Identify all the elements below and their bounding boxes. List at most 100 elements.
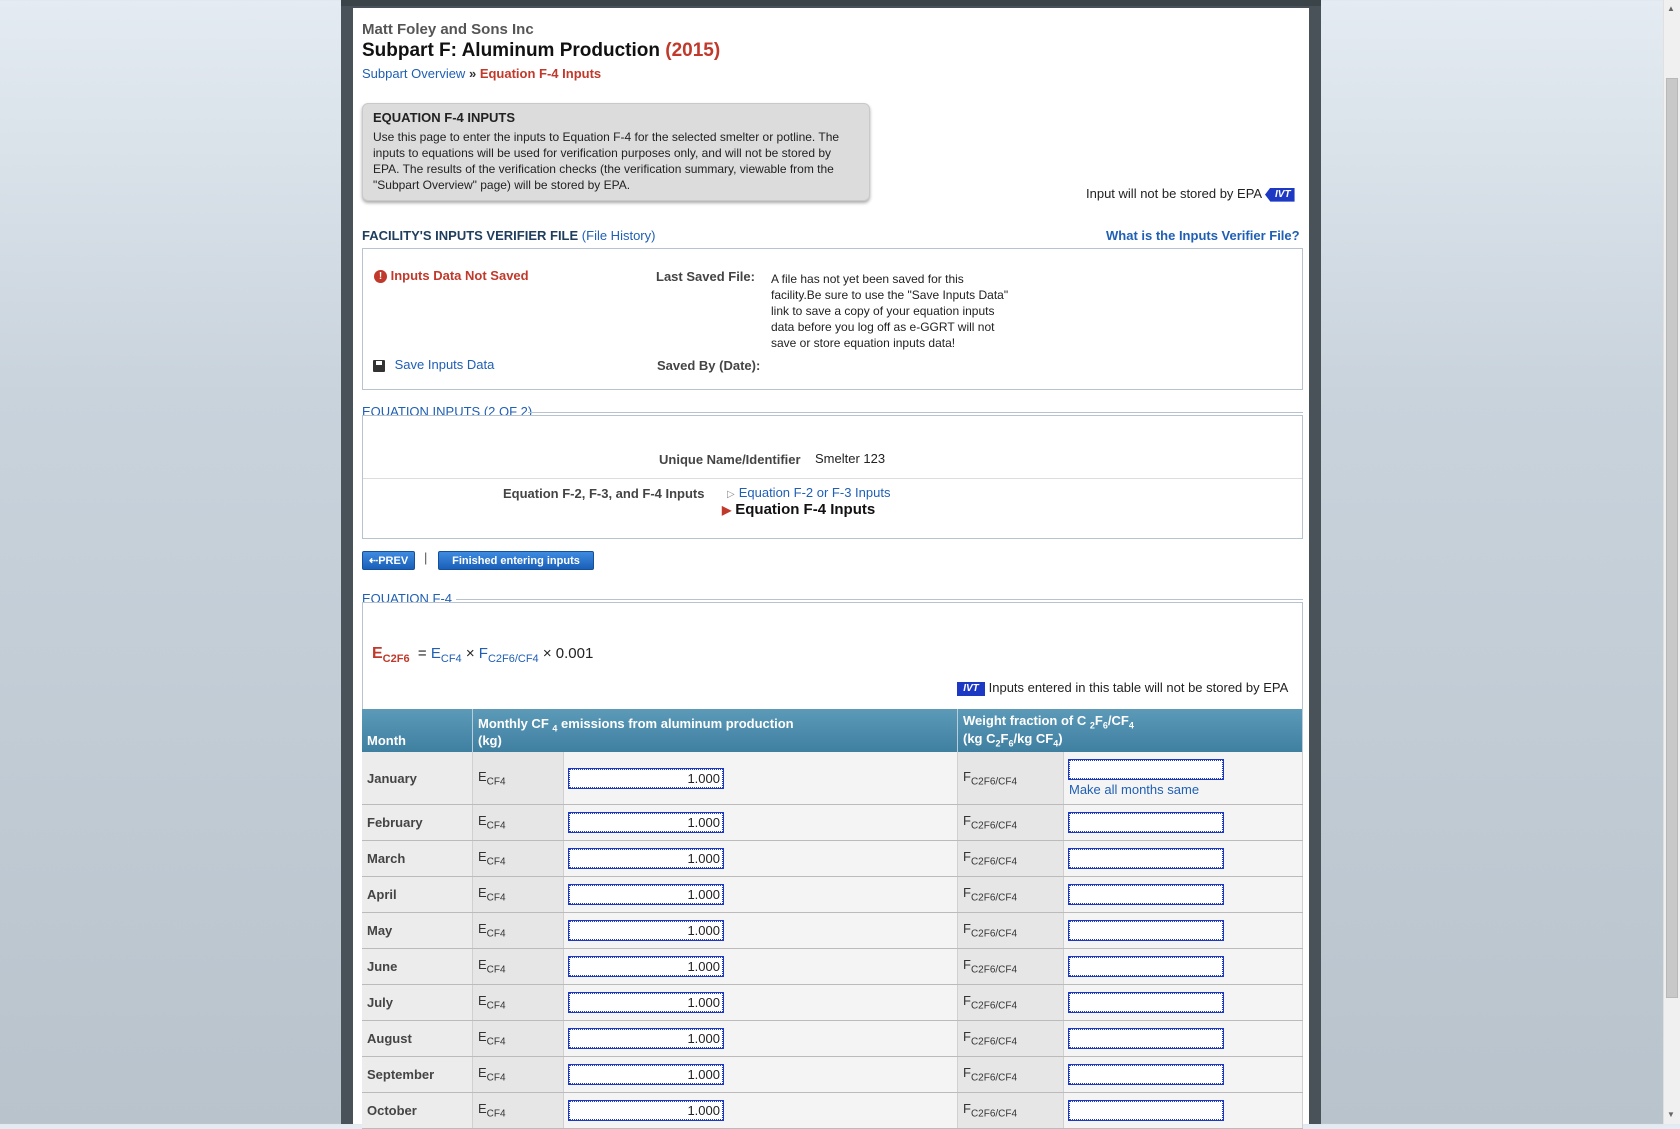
weight-fraction-input[interactable]	[1068, 884, 1224, 906]
emissions-input[interactable]: 1.000	[568, 956, 724, 978]
current-page-arrow-icon: ▶	[722, 503, 732, 517]
page-title: Subpart F: Aluminum Production (2015)	[362, 40, 720, 62]
instructions-box: EQUATION F-4 INPUTS Use this page to ent…	[362, 103, 870, 201]
back-arrow-icon: ⇠	[369, 555, 379, 567]
ivt-icon: IVT	[1265, 187, 1295, 202]
ecf4-variable-cell: ECF4	[472, 1092, 564, 1129]
panel-divider	[363, 478, 1302, 479]
ivt-table-note: IVT Inputs entered in this table will no…	[957, 680, 1288, 696]
table-header-row: Month Monthly CF 4 emissions from alumin…	[362, 709, 1303, 753]
finished-entering-inputs-button[interactable]: Finished entering inputs	[438, 551, 594, 570]
equation-inputs-panel	[362, 415, 1303, 539]
equation-f2-f3-inputs-text[interactable]: Equation F-2 or F-3 Inputs	[739, 485, 891, 500]
weight-fraction-input[interactable]	[1068, 1064, 1224, 1086]
emissions-input[interactable]: 1.000	[568, 920, 724, 942]
equation-f4-inputs-current: ▶ Equation F-4 Inputs	[722, 501, 875, 518]
month-cell: September	[362, 1056, 473, 1094]
last-saved-file-label: Last Saved File:	[656, 269, 755, 284]
table-row: August ECF4 1.000 FC2F6/CF4	[362, 1020, 1303, 1058]
weight-fraction-input[interactable]	[1068, 992, 1224, 1014]
weight-fraction-input[interactable]	[1068, 812, 1224, 834]
table-row: March ECF4 1.000 FC2F6/CF4	[362, 840, 1303, 878]
section-divider-2	[456, 599, 1303, 600]
emissions-input-cell: 1.000	[563, 804, 958, 842]
scroll-down-arrow-icon[interactable]: ▼	[1667, 1110, 1675, 1119]
prev-button[interactable]: ⇠PREV	[362, 551, 415, 570]
save-disk-icon	[373, 359, 385, 372]
weight-fraction-input[interactable]	[1068, 758, 1224, 780]
emissions-input[interactable]: 1.000	[568, 992, 724, 1014]
column-header-weight-fraction: Weight fraction of C 2F6/CF4 (kg C2F6/kg…	[957, 709, 1303, 753]
month-cell: May	[362, 912, 473, 950]
fc2f6-variable-cell: FC2F6/CF4	[957, 984, 1064, 1022]
ecf4-variable-cell: ECF4	[472, 840, 564, 878]
fc2f6-variable-cell: FC2F6/CF4	[957, 804, 1064, 842]
emissions-input[interactable]: 1.000	[568, 1064, 724, 1086]
fraction-input-cell	[1063, 984, 1303, 1022]
fc2f6-variable-cell: FC2F6/CF4	[957, 1020, 1064, 1058]
ecf4-variable-cell: ECF4	[472, 948, 564, 986]
instructions-heading: EQUATION F-4 INPUTS	[373, 110, 516, 125]
verifier-file-section-title: FACILITY'S INPUTS VERIFIER FILE (File Hi…	[362, 228, 655, 243]
month-cell: October	[362, 1092, 473, 1129]
save-inputs-data-link[interactable]: Save Inputs Data	[373, 357, 494, 372]
emissions-input-cell: 1.000	[563, 1056, 958, 1094]
formula-times: ×	[465, 645, 475, 662]
what-is-verifier-file-link[interactable]: What is the Inputs Verifier File?	[1106, 228, 1300, 243]
table-row: October ECF4 1.000 FC2F6/CF4	[362, 1092, 1303, 1129]
fc2f6-variable-cell: FC2F6/CF4	[957, 752, 1064, 806]
weight-fraction-input[interactable]	[1068, 1028, 1224, 1050]
scrollbar-thumb[interactable]	[1666, 78, 1678, 998]
emissions-input[interactable]: 1.000	[568, 884, 724, 906]
month-cell: April	[362, 876, 473, 914]
fraction-input-cell	[1063, 804, 1303, 842]
fc2f6-variable-cell: FC2F6/CF4	[957, 912, 1064, 950]
fraction-input-cell	[1063, 948, 1303, 986]
ecf4-variable-cell: ECF4	[472, 876, 564, 914]
table-row: June ECF4 1.000 FC2F6/CF4	[362, 948, 1303, 986]
emissions-input[interactable]: 1.000	[568, 848, 724, 870]
ecf4-variable-cell: ECF4	[472, 1020, 564, 1058]
emissions-input[interactable]: 1.000	[568, 767, 724, 789]
emissions-input-cell: 1.000	[563, 1092, 958, 1129]
column-header-emissions: Monthly CF 4 emissions from aluminum pro…	[472, 709, 958, 753]
emissions-input[interactable]: 1.000	[568, 1028, 724, 1050]
equation-formula: EC2F6 = ECF4 × FC2F6/CF4 × 0.001	[372, 645, 593, 665]
make-all-months-same-link[interactable]: Make all months same	[1069, 782, 1297, 797]
fraction-input-cell	[1063, 840, 1303, 878]
month-cell: January	[362, 752, 473, 806]
save-inputs-data-text[interactable]: Save Inputs Data	[395, 357, 495, 372]
column-header-month: Month	[362, 709, 473, 753]
inputs-not-saved-text: Inputs Data Not Saved	[390, 268, 529, 283]
table-row: May ECF4 1.000 FC2F6/CF4	[362, 912, 1303, 950]
table-row: February ECF4 1.000 FC2F6/CF4	[362, 804, 1303, 842]
month-cell: February	[362, 804, 473, 842]
breadcrumb-subpart-overview[interactable]: Subpart Overview	[362, 66, 465, 81]
instructions-text: Use this page to enter the inputs to Equ…	[373, 130, 840, 192]
emissions-input[interactable]: 1.000	[568, 812, 724, 834]
reporting-year: (2015)	[665, 40, 721, 61]
fc2f6-variable-cell: FC2F6/CF4	[957, 876, 1064, 914]
formula-var-fc2f6: FC2F6/CF4	[478, 645, 539, 665]
weight-fraction-input[interactable]	[1068, 920, 1224, 942]
fc2f6-variable-cell: FC2F6/CF4	[957, 840, 1064, 878]
equation-f4-inputs-text: Equation F-4 Inputs	[735, 501, 876, 518]
section-divider	[528, 412, 1303, 413]
fraction-input-cell: Make all months same	[1063, 752, 1303, 806]
emissions-input-cell: 1.000	[563, 752, 958, 806]
month-cell: August	[362, 1020, 473, 1058]
file-history-link[interactable]: (File History)	[582, 228, 656, 243]
ecf4-variable-cell: ECF4	[472, 1056, 564, 1094]
company-name: Matt Foley and Sons Inc	[362, 21, 534, 38]
breadcrumb-current: Equation F-4 Inputs	[479, 66, 602, 81]
scroll-up-arrow-icon[interactable]: ▲	[1667, 4, 1675, 13]
weight-fraction-input[interactable]	[1068, 956, 1224, 978]
fraction-input-cell	[1063, 1020, 1303, 1058]
weight-fraction-input[interactable]	[1068, 848, 1224, 870]
emissions-input-cell: 1.000	[563, 912, 958, 950]
vertical-scrollbar[interactable]: ▲ ▼	[1663, 0, 1680, 1124]
equation-f2-f3-inputs-link[interactable]: ▷ Equation F-2 or F-3 Inputs	[727, 485, 890, 500]
weight-fraction-input[interactable]	[1068, 1100, 1224, 1122]
fraction-input-cell	[1063, 912, 1303, 950]
emissions-input[interactable]: 1.000	[568, 1100, 724, 1122]
